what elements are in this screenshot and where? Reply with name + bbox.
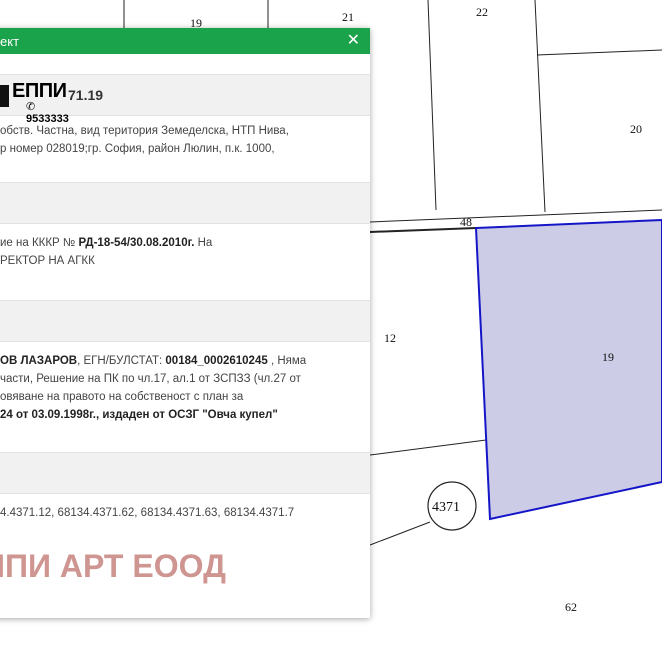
neighbour-ids: 4.4371.12, 68134.4371.62, 68134.4371.63,… bbox=[0, 494, 370, 522]
owner-line: части, Решение на ПК по чл.17, ал.1 от З… bbox=[0, 373, 301, 385]
panel-header: ект ✕ bbox=[0, 28, 370, 54]
details-line: р номер 028019;гр. София, район Люлин, п… bbox=[0, 143, 275, 155]
selected-parcel-number: 19 bbox=[602, 350, 614, 364]
road-edge-top bbox=[369, 209, 662, 223]
owner-line: ОВ ЛАЗАРОВ, ЕГН/БУЛСТАТ: 00184_000261024… bbox=[0, 355, 307, 367]
object-info-panel: ект ✕ ЕППИ ✆ 9533333 71.19 обств. Частна… bbox=[0, 28, 370, 618]
identifier-header: ЕППИ ✆ 9533333 71.19 bbox=[0, 74, 370, 125]
property-details: обств. Частна, вид територия Земеделска,… bbox=[0, 116, 370, 182]
parcel-number: 12 bbox=[384, 331, 396, 345]
boundary-line bbox=[536, 49, 662, 56]
road-number: 48 bbox=[460, 215, 472, 229]
parcel-number: 20 bbox=[630, 122, 642, 136]
logo-phone: ✆ 9533333 bbox=[26, 101, 69, 125]
section-header bbox=[0, 452, 370, 494]
boundary-line bbox=[369, 439, 487, 456]
selected-parcel[interactable] bbox=[474, 218, 662, 521]
owner-line: овяване на правото на собственост с план… bbox=[0, 391, 244, 403]
panel-title: ект bbox=[0, 33, 20, 49]
block-number: 4371 bbox=[432, 500, 460, 515]
section-header bbox=[0, 182, 370, 224]
boundary-line bbox=[427, 0, 437, 211]
section-header bbox=[0, 300, 370, 342]
order-line: РЕКТОР НА АГКК bbox=[0, 255, 95, 267]
owner-details: ОВ ЛАЗАРОВ, ЕГН/БУЛСТАТ: 00184_000261024… bbox=[0, 342, 370, 452]
logo-mark bbox=[0, 85, 9, 107]
parcel-number: 22 bbox=[476, 5, 488, 19]
watermark: ППИ АРТ ЕООД bbox=[0, 548, 226, 584]
owner-line: 24 от 03.09.1998г., издаден от ОСЗГ "Овч… bbox=[0, 409, 278, 421]
close-icon[interactable]: ✕ bbox=[347, 33, 360, 49]
order-line: ие на КККР № РД-18-54/30.08.2010г. На bbox=[0, 237, 213, 249]
property-identifier: 71.19 bbox=[68, 87, 104, 103]
parcel-number: 21 bbox=[342, 10, 354, 24]
boundary-line bbox=[534, 0, 546, 213]
boundary-line bbox=[369, 521, 431, 546]
parcel-number: 62 bbox=[565, 600, 577, 614]
order-details: ие на КККР № РД-18-54/30.08.2010г. На РЕ… bbox=[0, 224, 370, 300]
neighbour-line: 4.4371.12, 68134.4371.62, 68134.4371.63,… bbox=[0, 507, 295, 519]
